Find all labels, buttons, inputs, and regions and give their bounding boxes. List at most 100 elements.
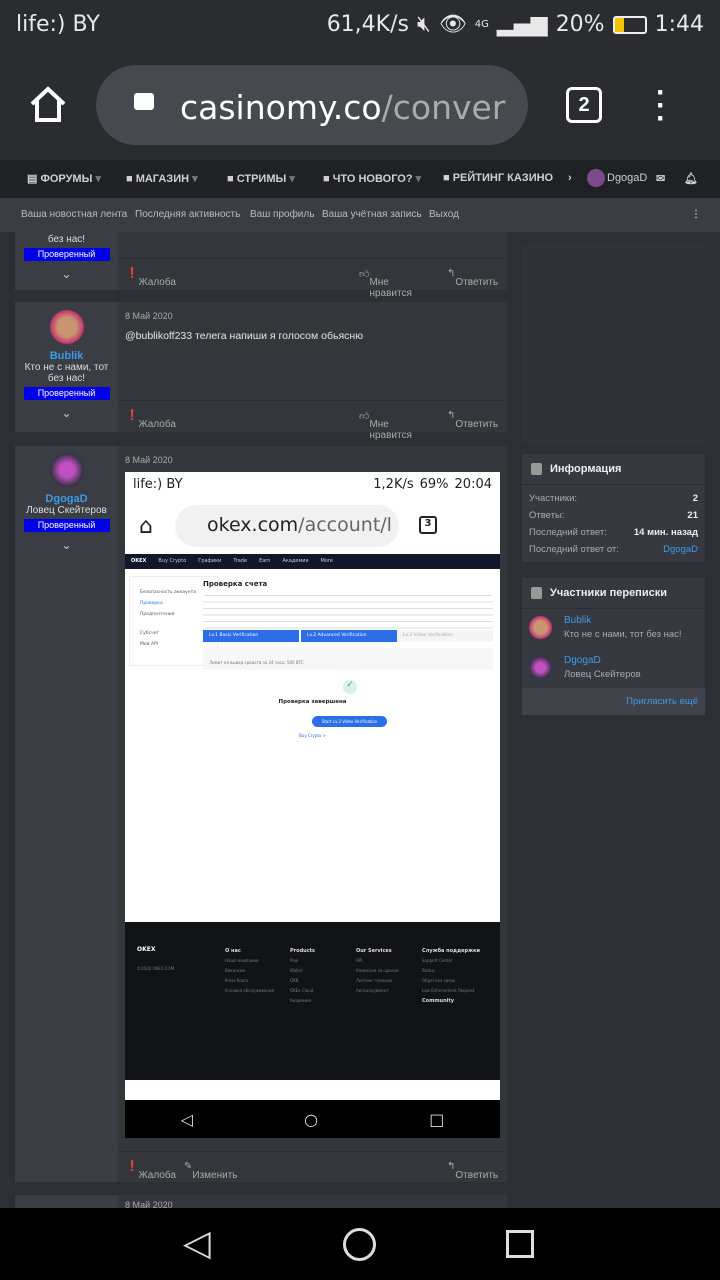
subnav-profile[interactable]: Ваш профиль [250, 209, 314, 220]
nav-whats-new[interactable]: ■ ЧТО НОВОГО? ▾ [323, 172, 421, 185]
attached-screenshot[interactable]: life:) BY 1,2K/s 69% 20:04 ⌂ okex.com/ac… [125, 472, 500, 1138]
report-button[interactable]: ❗ Жалоба [126, 268, 176, 288]
shot-android-nav: ◁ ○ □ [125, 1100, 500, 1138]
url-domain: casinomy.co [180, 88, 382, 127]
recents-icon[interactable] [506, 1230, 534, 1258]
user-badge: Проверенный [23, 519, 110, 532]
post-date[interactable]: 8 Май 2020 [125, 455, 173, 465]
inbox-icon[interactable]: ✉ [656, 172, 665, 185]
nav-shop[interactable]: ■ МАГАЗИН ▾ [126, 172, 198, 185]
url-path: /conver [381, 88, 506, 127]
nav-username[interactable]: DgogaD [607, 172, 647, 184]
info-title: Информация [522, 454, 705, 485]
url-bar[interactable]: casinomy.co/conver [96, 65, 528, 145]
browser-toolbar: casinomy.co/conver 2 · · · [0, 50, 720, 160]
chevron-down-icon[interactable]: ⌄ [15, 406, 118, 420]
okex-limit: Лимит на вывод средств за 24 часа: 500 B… [203, 648, 493, 670]
user-title: Кто не с нами, тот без нас! [24, 362, 109, 384]
shot-carrier: life:) BY [133, 477, 183, 492]
avatar[interactable] [529, 616, 552, 639]
invite-more-link[interactable]: Пригласить ещё [522, 688, 705, 715]
post-body: 8 Май 2020 [118, 1195, 507, 1210]
username[interactable]: Bublik [15, 350, 118, 362]
subnav-more-icon[interactable]: ⋮ [691, 209, 701, 220]
shot-time: 20:04 [454, 477, 492, 492]
okex-nav: OKEX Buy Crypto Графики Trade Earn Академия M… [125, 554, 500, 569]
participant-name[interactable]: DgogaD [564, 655, 601, 666]
nav-forums[interactable]: ▤ ФОРУМЫ ▾ [27, 172, 101, 185]
forum-nav: ▤ ФОРУМЫ ▾ ■ МАГАЗИН ▾ ■ СТРИМЫ ▾ ■ ЧТО … [0, 160, 720, 198]
reply-button[interactable]: ↰ Ответить [447, 268, 498, 288]
subnav-logout[interactable]: Выход [429, 209, 459, 220]
network-type: 4G [474, 19, 489, 30]
menu-icon[interactable]: · · · [656, 78, 666, 134]
signal-icon: ▂▄▆ [496, 12, 548, 37]
post-body: ❗ Жалоба 👍︎ Мне нравится ↰ Ответить [118, 232, 507, 299]
nav-streams[interactable]: ■ СТРИМЫ ▾ [227, 172, 295, 185]
report-button[interactable]: ❗ Жалоба [126, 1161, 176, 1181]
okex-title: Проверка счета [203, 580, 268, 588]
user-badge: Проверенный [23, 387, 110, 400]
user-badge: Проверенный [23, 248, 110, 261]
subnav-activity[interactable]: Последняя активность [135, 209, 240, 220]
nav-more-arrow[interactable]: › [568, 172, 572, 184]
participants-title: Участники переписки [522, 578, 705, 609]
participant-name[interactable]: Bublik [564, 615, 591, 626]
subnav-account[interactable]: Ваша учётная запись [322, 209, 422, 220]
clock: 1:44 [654, 12, 704, 37]
shot-speed: 1,2K/s [373, 477, 414, 492]
post-user-cell: без нас! Проверенный ⌄ [15, 232, 118, 290]
android-nav-bar: ◁ [0, 1208, 720, 1280]
info-card: Информация Участники: 2 Ответы: 21 Последн… [522, 454, 705, 562]
username[interactable]: DgogaD [15, 493, 118, 505]
okex-start-button: Start Lv.3 Video Verification [312, 716, 387, 727]
shot-home-icon: ⌂ [139, 514, 153, 539]
post-user-cell: Bublik Кто не с нами, тот без нас! Прове… [15, 302, 118, 432]
shot-tabs: 3 [419, 516, 437, 534]
post-date[interactable]: 8 Май 2020 [125, 311, 173, 321]
chevron-down-icon[interactable]: ⌄ [15, 267, 118, 281]
avatar[interactable] [529, 656, 552, 679]
participants-card: Участники переписки Bublik Кто не с нами… [522, 578, 705, 715]
reply-button[interactable]: ↰ Ответить [447, 410, 498, 430]
report-button[interactable]: ❗ Жалоба [126, 410, 176, 430]
like-button[interactable]: 👍︎ Мне нравится [359, 410, 412, 441]
last-poster-link[interactable]: DgogaD [663, 544, 698, 555]
edit-button[interactable]: ✎ Изменить [184, 1161, 238, 1181]
okex-footer: OKEX ©2020 OKEX.COM О нас Наша компания Ва… [125, 922, 500, 1080]
home-circle-icon[interactable] [343, 1228, 376, 1261]
chevron-down-icon[interactable]: ⌄ [15, 538, 118, 552]
account-subnav: Ваша новостная лента Последняя активност… [0, 198, 720, 232]
user-title: Ловец Скейтеров [26, 505, 107, 516]
battery-percent: 20% [555, 12, 605, 37]
post-text: @bublikoff233 телега напиши я голосом об… [125, 330, 364, 342]
bell-icon[interactable]: 🔔︎ [684, 172, 698, 185]
post-body: 8 Май 2020 @bublikoff233 телега напиши я… [118, 302, 507, 441]
mute-icon: 🔇︎ [416, 12, 431, 37]
shot-battery: 69% [419, 477, 449, 492]
avatar[interactable] [49, 310, 84, 344]
reply-button[interactable]: ↰ Ответить [447, 1161, 498, 1181]
post-user-cell [15, 1195, 118, 1208]
ad-placeholder [522, 244, 705, 444]
tab-switcher-button[interactable]: 2 [566, 87, 602, 123]
eye-icon: 👁︎ [438, 12, 467, 37]
user-title: без нас! [47, 234, 86, 245]
check-icon: ✓ [343, 680, 357, 694]
home-icon[interactable] [28, 84, 68, 124]
shot-url-bar: okex.com/account/l [175, 505, 399, 547]
lock-icon [134, 93, 154, 110]
net-speed: 61,4K/s [326, 12, 409, 37]
avatar[interactable] [49, 453, 84, 487]
status-bar: life:) BY 61,4K/s 🔇︎ 👁︎ 4G ▂▄▆ 20% 1:44 [0, 0, 720, 50]
carrier: life:) BY [16, 12, 100, 37]
subnav-feed[interactable]: Ваша новостная лента [21, 209, 127, 220]
okex-done: Проверка завершена [278, 699, 347, 705]
like-button[interactable]: 👍︎ Мне нравится [359, 268, 412, 299]
okex-buy-link: Buy Crypto > [299, 733, 326, 738]
user-avatar[interactable] [587, 169, 605, 187]
okex-notice-text [203, 592, 493, 630]
back-icon[interactable]: ◁ [183, 1222, 211, 1264]
nav-casino-rating[interactable]: ■ РЕЙТИНГ КАЗИНО [443, 172, 553, 184]
battery-icon [612, 15, 647, 34]
